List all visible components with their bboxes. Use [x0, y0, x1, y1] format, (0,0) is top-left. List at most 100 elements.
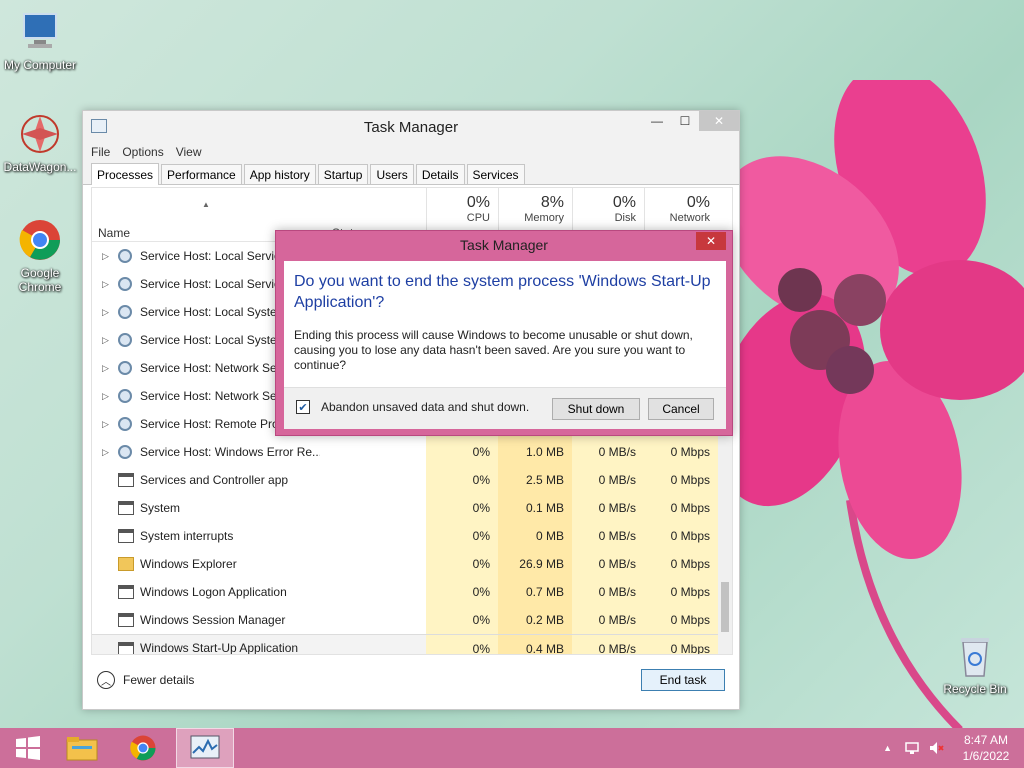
windows-logo-icon	[16, 736, 40, 760]
minimize-button[interactable]: —	[643, 111, 671, 131]
memory-cell: 0.7 MB	[498, 578, 572, 606]
expand-arrow-icon[interactable]: ▷	[102, 279, 109, 290]
disk-cell: 0 MB/s	[572, 635, 644, 654]
taskbar: ▲ 8:47 AM 1/6/2022	[0, 728, 1024, 768]
process-row[interactable]: Windows Start-Up Application 0% 0.4 MB 0 MB…	[92, 634, 732, 654]
cpu-cell: 0%	[426, 466, 498, 494]
disk-cell: 0 MB/s	[572, 466, 644, 494]
gear-icon	[118, 417, 132, 431]
tab-startup[interactable]: Startup	[317, 164, 369, 184]
desktop-icon-label: Recycle Bin	[943, 682, 1007, 696]
desktop-icon-recycle-bin[interactable]: Recycle Bin	[935, 632, 1015, 696]
fewer-details-label: Fewer details	[123, 673, 195, 687]
dialog-button-bar: ✔ Abandon unsaved data and shut down. Sh…	[284, 387, 726, 429]
expand-arrow-icon[interactable]: ▷	[102, 391, 109, 402]
dialog-body: Do you want to end the system process 'W…	[284, 261, 726, 429]
scroll-thumb[interactable]	[721, 582, 729, 632]
expand-arrow-icon[interactable]: ▷	[102, 251, 109, 262]
disk-cell: 0 MB/s	[572, 550, 644, 578]
memory-cell: 0.4 MB	[498, 635, 572, 654]
network-cell: 0 Mbps	[644, 635, 718, 654]
abandon-data-checkbox[interactable]: ✔	[296, 400, 310, 414]
taskbar-file-explorer[interactable]	[54, 728, 110, 768]
column-name[interactable]: Name	[98, 226, 130, 240]
clock-time: 8:47 AM	[963, 733, 1009, 747]
volume-muted-icon[interactable]	[928, 740, 944, 756]
tab-app-history[interactable]: App history	[243, 164, 316, 184]
gear-icon	[118, 305, 132, 319]
process-name: Windows Explorer	[140, 557, 237, 571]
taskbar-task-manager[interactable]	[176, 728, 234, 768]
gear-icon	[118, 333, 132, 347]
menu-options[interactable]: Options	[122, 145, 163, 159]
cancel-button[interactable]: Cancel	[648, 398, 714, 420]
menu-file[interactable]: File	[91, 145, 110, 159]
expand-arrow-icon[interactable]: ▷	[102, 363, 109, 374]
chrome-icon	[130, 735, 156, 761]
expand-arrow-icon[interactable]: ▷	[102, 307, 109, 318]
shut-down-button[interactable]: Shut down	[552, 398, 640, 420]
chrome-icon	[16, 216, 64, 264]
network-cell: 0 Mbps	[644, 494, 718, 522]
gear-icon	[118, 445, 132, 459]
process-row[interactable]: System 0% 0.1 MB 0 MB/s 0 Mbps	[92, 494, 732, 522]
memory-cell: 0.2 MB	[498, 606, 572, 634]
process-row[interactable]: Windows Logon Application 0% 0.7 MB 0 MB/s 0…	[92, 578, 732, 606]
cpu-cell: 0%	[426, 578, 498, 606]
close-button[interactable]: ✕	[699, 111, 739, 131]
taskbar-chrome[interactable]	[115, 728, 171, 768]
disk-cell: 0 MB/s	[572, 606, 644, 634]
process-row[interactable]: Windows Session Manager 0% 0.2 MB 0 MB/s 0 M…	[92, 606, 732, 634]
maximize-button[interactable]: ☐	[671, 111, 699, 131]
folder-icon	[66, 737, 98, 761]
expand-arrow-icon[interactable]: ▷	[102, 335, 109, 346]
folder-icon	[118, 557, 134, 571]
tab-strip: Processes Performance App history Startu…	[83, 163, 739, 185]
start-button[interactable]	[0, 728, 56, 768]
app-window-icon	[118, 501, 134, 515]
task-manager-icon	[190, 735, 220, 759]
cpu-cell: 0%	[426, 550, 498, 578]
process-name: System interrupts	[140, 529, 234, 543]
expand-arrow-icon[interactable]: ▷	[102, 447, 109, 458]
titlebar[interactable]: Task Manager — ☐ ✕	[83, 111, 739, 141]
tab-performance[interactable]: Performance	[161, 164, 242, 184]
computer-icon	[16, 8, 64, 56]
memory-cell: 1.0 MB	[498, 438, 572, 466]
menu-view[interactable]: View	[176, 145, 202, 159]
clock-date: 1/6/2022	[962, 749, 1010, 763]
memory-cell: 26.9 MB	[498, 550, 572, 578]
tab-users[interactable]: Users	[370, 164, 414, 184]
desktop-icon-my-computer[interactable]: My Computer	[0, 8, 80, 72]
network-cell: 0 Mbps	[644, 466, 718, 494]
expand-arrow-icon[interactable]: ▷	[102, 419, 109, 430]
tab-processes[interactable]: Processes	[91, 163, 160, 185]
tab-details[interactable]: Details	[415, 164, 465, 184]
footer: ︿ Fewer details End task	[91, 661, 733, 703]
fewer-details-link[interactable]: ︿ Fewer details	[97, 671, 194, 689]
show-hidden-icons-icon[interactable]: ▲	[883, 743, 892, 753]
desktop-icon-google-chrome[interactable]: Google Chrome	[0, 216, 80, 294]
desktop-icon-datawagon[interactable]: DataWagon...	[0, 110, 80, 174]
network-cell: 0 Mbps	[644, 606, 718, 634]
network-icon[interactable]	[904, 740, 920, 756]
end-task-button[interactable]: End task	[641, 669, 725, 691]
dialog-message: Ending this process will cause Windows t…	[294, 328, 693, 372]
window-title: Task Manager	[363, 119, 459, 136]
process-row[interactable]: Services and Controller app 0% 2.5 MB 0 MB/…	[92, 466, 732, 494]
recycle-bin-icon	[951, 632, 999, 680]
process-row[interactable]: ▷ Service Host: Windows Error Re... 0% 1.0 …	[92, 438, 732, 466]
network-cell: 0 Mbps	[644, 550, 718, 578]
process-name: System	[140, 501, 181, 515]
process-row[interactable]: System interrupts 0% 0 MB 0 MB/s 0 Mbps	[92, 522, 732, 550]
tab-services[interactable]: Services	[466, 164, 525, 184]
end-process-dialog: Task Manager ✕ Do you want to end the sy…	[275, 230, 733, 436]
process-name: Services and Controller app	[140, 473, 289, 487]
app-window-icon	[118, 585, 134, 599]
checkbox-label[interactable]: Abandon unsaved data and shut down.	[321, 400, 529, 414]
disk-cell: 0 MB/s	[572, 578, 644, 606]
process-row[interactable]: Windows Explorer 0% 26.9 MB 0 MB/s 0 Mbps	[92, 550, 732, 578]
dialog-close-button[interactable]: ✕	[696, 232, 726, 250]
memory-cell: 0.1 MB	[498, 494, 572, 522]
clock[interactable]: 8:47 AM 1/6/2022	[958, 732, 1014, 764]
